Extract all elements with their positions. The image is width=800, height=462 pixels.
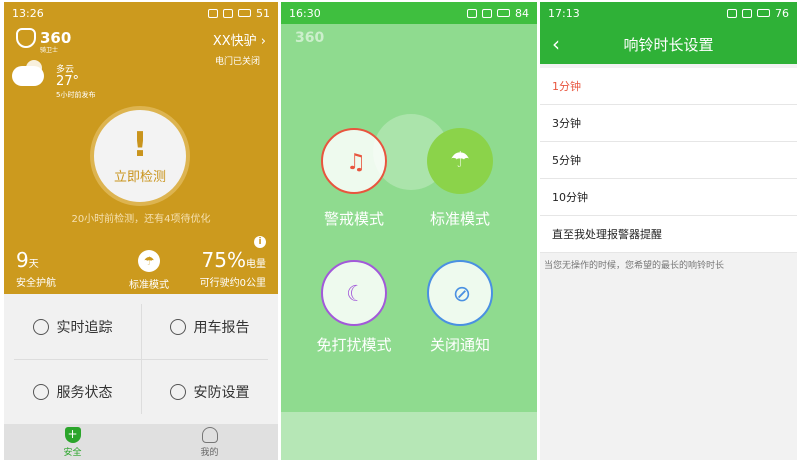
mode-indicator[interactable]: ☂ 标准模式: [124, 250, 174, 291]
umbrella-icon: ☂: [450, 148, 470, 173]
status-bar: 13:26 51: [4, 2, 278, 24]
status-panel: 13:26 51 360 骑卫士 XX快驴 › 电门已关闭 多云 27° 5小时…: [4, 2, 278, 294]
door-status: 电门已关闭: [214, 57, 260, 67]
ring-duration-screen: 17:13 76 ‹ 响铃时长设置 1分钟 3分钟 5分钟 10分钟 直至我处理…: [540, 2, 797, 460]
battery-level: 84: [515, 6, 529, 20]
header: ‹ 响铃时长设置: [540, 24, 797, 64]
dnd-mode-label: 免打扰模式: [316, 336, 392, 354]
shield-plus-icon: +: [64, 426, 81, 443]
battery-icon: [497, 9, 510, 17]
status-bar: 16:30 84: [281, 2, 537, 24]
wifi-icon: [482, 8, 492, 18]
battery-icon: [238, 9, 251, 17]
duration-options: 1分钟 3分钟 5分钟 10分钟 直至我处理报警器提醒: [540, 68, 797, 253]
page-title: 响铃时长设置: [623, 36, 714, 54]
safe-days-stat: 9天 安全护航: [16, 248, 56, 289]
bell-off-icon: ⊘: [452, 282, 472, 307]
option-5-min[interactable]: 5分钟: [540, 142, 797, 179]
duration-note: 当您无操作的时候，您希望的最长的响铃时长: [544, 261, 725, 271]
standard-mode-label: 标准模式: [429, 210, 490, 228]
wifi-icon: [223, 8, 233, 18]
feature-grid: 实时追踪 用车报告 服务状态 安防设置: [4, 294, 278, 424]
check-now-button[interactable]: ! 立即检测: [90, 106, 190, 206]
divider: [14, 359, 268, 360]
headset-icon: [32, 383, 49, 400]
bluetooth-icon: [467, 8, 477, 18]
status-bar: 17:13 76: [540, 2, 797, 24]
device-selector[interactable]: XX快驴 ›: [213, 30, 266, 49]
location-pin-icon: [32, 318, 49, 335]
home-screen: 13:26 51 360 骑卫士 XX快驴 › 电门已关闭 多云 27° 5小时…: [4, 2, 278, 460]
cloud-icon: [12, 66, 44, 86]
bottom-tab-bar: + 安全 我的: [4, 424, 278, 460]
umbrella-icon: ☂: [138, 250, 160, 272]
option-until-handled[interactable]: 直至我处理报警器提醒: [540, 216, 797, 253]
person-icon: [201, 426, 218, 443]
battery-stat: 75%电量 可行驶约0公里: [199, 248, 266, 289]
battery-level: 51: [256, 6, 270, 20]
service-status-button[interactable]: 服务状态: [4, 359, 141, 424]
info-icon[interactable]: i: [254, 236, 266, 248]
bluetooth-icon: [208, 8, 218, 18]
status-time: 17:13: [548, 6, 580, 20]
notifications-off-button[interactable]: ⊘: [427, 260, 493, 326]
status-time: 16:30: [289, 6, 321, 20]
battery-level: 76: [775, 6, 789, 20]
alert-mode-button[interactable]: ♫: [321, 128, 387, 194]
scooter-icon: [169, 318, 186, 335]
alert-mode-label: 警戒模式: [323, 210, 384, 228]
notifications-off-label: 关闭通知: [429, 336, 490, 354]
bluetooth-icon: [727, 8, 737, 18]
option-1-min[interactable]: 1分钟: [540, 68, 797, 105]
usage-report-button[interactable]: 用车报告: [141, 294, 278, 359]
mode-picker-screen: 16:30 84 360 ♫ 警戒模式 ☂ 标准模式 ☾ 免打扰模式 ⊘ 关闭通…: [281, 2, 537, 460]
bell-icon: ♫: [346, 150, 366, 175]
gear-icon: [169, 383, 186, 400]
standard-mode-button[interactable]: ☂: [427, 128, 493, 194]
wifi-icon: [742, 8, 752, 18]
check-hint: 20小时前检测，还有4项待优化: [71, 214, 211, 225]
status-time: 13:26: [12, 6, 44, 20]
moon-icon: ☾: [346, 282, 366, 307]
battery-icon: [757, 9, 770, 17]
tab-mine[interactable]: 我的: [141, 424, 278, 460]
dimmed-tab-bar: [281, 412, 537, 460]
app-logo: 360: [295, 30, 325, 46]
realtime-track-button[interactable]: 实时追踪: [4, 294, 141, 359]
tab-security[interactable]: + 安全: [4, 424, 141, 460]
option-10-min[interactable]: 10分钟: [540, 179, 797, 216]
dnd-mode-button[interactable]: ☾: [321, 260, 387, 326]
shield-logo-icon: [16, 28, 36, 48]
option-3-min[interactable]: 3分钟: [540, 105, 797, 142]
security-settings-button[interactable]: 安防设置: [141, 359, 278, 424]
app-logo: 360 骑卫士: [16, 28, 71, 54]
exclamation-icon: !: [132, 124, 148, 165]
